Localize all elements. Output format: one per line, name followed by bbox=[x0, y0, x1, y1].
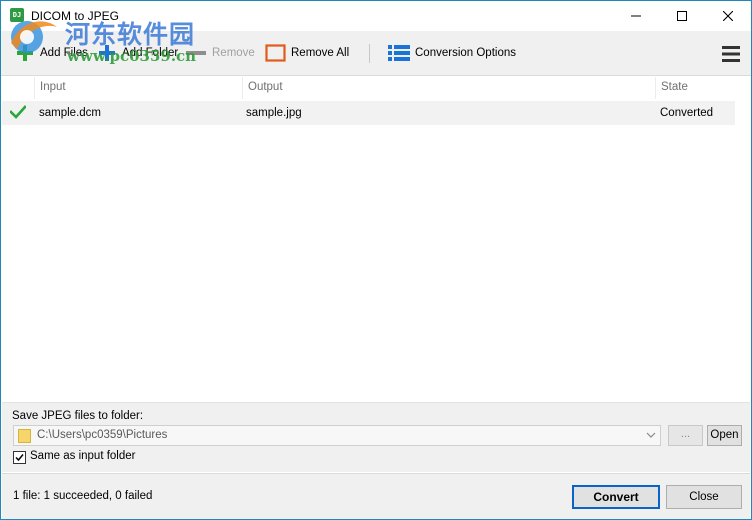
output-folder-path: C:\Users\pc0359\Pictures bbox=[37, 429, 168, 441]
conversion-options-button[interactable]: Conversion Options bbox=[388, 43, 516, 63]
add-folder-label: Add Folder bbox=[122, 47, 179, 59]
maximize-icon bbox=[677, 11, 687, 21]
status-summary: 1 file: 1 succeeded, 0 failed bbox=[13, 490, 153, 502]
same-as-input-checkbox[interactable] bbox=[13, 451, 26, 464]
table-row[interactable]: sample.dcm sample.jpg Converted bbox=[2, 101, 735, 125]
row-input: sample.dcm bbox=[39, 107, 101, 119]
folder-icon bbox=[18, 429, 31, 443]
add-files-label: Add Files bbox=[40, 47, 88, 59]
convert-button[interactable]: Convert bbox=[572, 485, 660, 509]
minus-icon bbox=[186, 51, 206, 55]
main-menu-button[interactable] bbox=[722, 45, 740, 66]
save-folder-section: Save JPEG files to folder: C:\Users\pc03… bbox=[2, 402, 750, 472]
remove-all-button[interactable]: Remove All bbox=[265, 43, 349, 63]
add-folder-button[interactable]: Add Folder bbox=[97, 43, 178, 63]
remove-all-label: Remove All bbox=[291, 47, 350, 59]
minimize-icon bbox=[631, 15, 641, 17]
column-header-output[interactable]: Output bbox=[242, 77, 655, 99]
column-header-input[interactable]: Input bbox=[34, 77, 242, 99]
open-folder-button[interactable]: Open bbox=[707, 425, 742, 446]
add-folder-icon bbox=[99, 45, 115, 61]
browse-button[interactable]: ... bbox=[668, 425, 703, 446]
list-options-icon bbox=[388, 45, 410, 61]
app-window: DJ DICOM to JPEG Add Files Add Folder Re… bbox=[0, 0, 752, 520]
close-icon bbox=[723, 11, 733, 21]
output-folder-combobox[interactable]: C:\Users\pc0359\Pictures bbox=[13, 425, 661, 446]
file-list[interactable]: Input Output State sample.dcm sample.jpg… bbox=[2, 77, 750, 401]
toolbar: Add Files Add Folder Remove Remove All C… bbox=[1, 31, 751, 76]
remove-label: Remove bbox=[212, 47, 255, 59]
hamburger-menu-icon bbox=[722, 46, 740, 62]
maximize-button[interactable] bbox=[659, 1, 705, 31]
minimize-button[interactable] bbox=[613, 1, 659, 31]
remove-button[interactable]: Remove bbox=[185, 43, 255, 63]
status-bar: 1 file: 1 succeeded, 0 failed Convert Cl… bbox=[2, 473, 750, 519]
toolbar-separator bbox=[369, 44, 370, 63]
column-header-state[interactable]: State bbox=[655, 77, 735, 99]
row-state: Converted bbox=[660, 107, 714, 119]
list-header: Input Output State bbox=[2, 77, 750, 99]
conversion-options-label: Conversion Options bbox=[415, 47, 516, 59]
checkmark-icon bbox=[10, 105, 26, 119]
remove-all-icon bbox=[265, 44, 286, 62]
row-output: sample.jpg bbox=[246, 107, 302, 119]
window-title: DICOM to JPEG bbox=[31, 9, 120, 23]
same-as-input-label[interactable]: Same as input folder bbox=[30, 450, 135, 462]
save-folder-label: Save JPEG files to folder: bbox=[12, 410, 144, 422]
close-window-button[interactable] bbox=[705, 1, 751, 31]
add-files-button[interactable]: Add Files bbox=[15, 43, 88, 63]
app-icon: DJ bbox=[10, 8, 24, 22]
close-button[interactable]: Close bbox=[666, 485, 742, 509]
chevron-down-icon[interactable] bbox=[646, 432, 656, 439]
checkbox-check-icon bbox=[15, 454, 24, 462]
title-bar[interactable]: DJ DICOM to JPEG bbox=[1, 1, 751, 31]
add-files-icon bbox=[17, 45, 33, 61]
